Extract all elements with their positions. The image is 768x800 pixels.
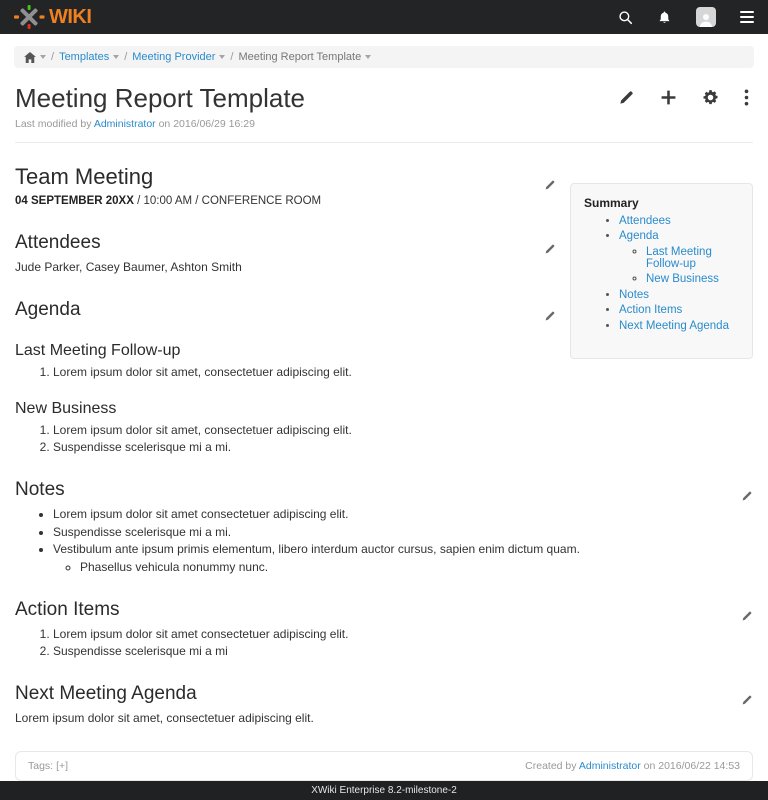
summary-link-notes[interactable]: Notes: [619, 289, 744, 301]
xwiki-logo[interactable]: WIKI: [14, 5, 91, 29]
logo-text: WIKI: [49, 7, 91, 27]
chevron-down-icon[interactable]: [365, 55, 371, 59]
list-item: Suspendisse scelerisque mi a mi: [53, 644, 753, 658]
section-edit-pencil-icon[interactable]: [544, 306, 556, 328]
tags-area: Tags:[+]: [28, 760, 68, 772]
page-actions: [618, 89, 753, 106]
list-item: Lorem ipsum dolor sit amet, consectetuer…: [53, 365, 753, 379]
top-navbar: WIKI: [0, 0, 768, 34]
list-item: Vestibulum ante ipsum primis elementum, …: [53, 542, 753, 574]
section-edit-pencil-icon[interactable]: [544, 239, 556, 261]
summary-link-next-meeting-agenda[interactable]: Next Meeting Agenda: [619, 320, 744, 332]
more-kebab-icon[interactable]: [744, 89, 749, 106]
last-meeting-list: Lorem ipsum dolor sit amet, consectetuer…: [15, 365, 753, 379]
summary-title: Summary: [584, 196, 744, 210]
list-item: Lorem ipsum dolor sit amet consectetuer …: [53, 507, 753, 521]
version-footer: XWiki Enterprise 8.2-milestone-2: [0, 781, 768, 800]
add-tag-button[interactable]: [+]: [56, 760, 68, 772]
create-plus-icon[interactable]: [660, 89, 677, 106]
heading-new-business: New Business: [15, 400, 753, 418]
document-body: Summary Attendees Agenda Last Meeting Fo…: [15, 164, 753, 782]
summary-link-attendees[interactable]: Attendees: [619, 215, 744, 227]
next-meeting-text: Lorem ipsum dolor sit amet, consectetuer…: [15, 711, 753, 725]
page-title: Meeting Report Template: [15, 84, 305, 113]
breadcrumb-item-templates[interactable]: Templates: [59, 51, 119, 63]
summary-link-action-items[interactable]: Action Items: [619, 304, 744, 316]
list-item: Suspendisse scelerisque mi a mi.: [53, 525, 753, 539]
chevron-down-icon[interactable]: [40, 55, 46, 59]
chevron-down-icon[interactable]: [219, 55, 225, 59]
chevron-down-icon[interactable]: [113, 55, 119, 59]
notifications-bell-icon[interactable]: [657, 10, 672, 25]
list-item: Suspendisse scelerisque mi a mi.: [53, 440, 753, 454]
avatar-image: [696, 7, 716, 27]
action-items-list: Lorem ipsum dolor sit amet consectetuer …: [15, 627, 753, 659]
home-icon: [24, 52, 36, 63]
summary-link-new-business[interactable]: New Business: [646, 273, 744, 285]
summary-panel: Summary Attendees Agenda Last Meeting Fo…: [570, 183, 753, 359]
main-content: Meeting Report Template Last modified by…: [0, 68, 768, 781]
section-edit-pencil-icon[interactable]: [544, 171, 556, 197]
menu-hamburger-icon[interactable]: [740, 11, 754, 23]
breadcrumb-item-current[interactable]: Meeting Report Template: [238, 51, 371, 63]
user-avatar[interactable]: [696, 7, 716, 27]
summary-link-last-meeting-follow-up[interactable]: Last Meeting Follow-up: [646, 246, 744, 270]
edit-pencil-icon[interactable]: [618, 89, 635, 106]
list-item: Lorem ipsum dolor sit amet, consectetuer…: [53, 423, 753, 437]
search-icon[interactable]: [618, 10, 633, 25]
heading-notes: Notes: [15, 479, 753, 501]
breadcrumb-item-meeting-provider[interactable]: Meeting Provider: [132, 51, 225, 63]
summary-link-agenda[interactable]: Agenda Last Meeting Follow-up New Busine…: [619, 230, 744, 285]
header-divider: [15, 142, 753, 143]
doc-footer: Tags:[+] Created by Administrator on 201…: [15, 751, 753, 781]
heading-next-meeting-agenda: Next Meeting Agenda: [15, 683, 753, 705]
breadcrumb: / Templates / Meeting Provider / Meeting…: [14, 46, 754, 68]
modified-by-user-link[interactable]: Administrator: [94, 118, 156, 130]
xwiki-logo-mark-icon: [14, 5, 48, 29]
list-item: Phasellus vehicula nonummy nunc.: [80, 560, 753, 574]
breadcrumb-home[interactable]: [24, 52, 46, 63]
section-edit-pencil-icon[interactable]: [741, 690, 753, 712]
section-edit-pencil-icon[interactable]: [741, 606, 753, 628]
notes-list: Lorem ipsum dolor sit amet consectetuer …: [15, 507, 753, 574]
heading-action-items: Action Items: [15, 599, 753, 621]
doc-modified-info: Last modified by Administrator on 2016/0…: [15, 118, 753, 130]
doc-created-info: Created by Administrator on 2016/06/22 1…: [525, 760, 740, 772]
version-text: XWiki Enterprise 8.2-milestone-2: [311, 785, 457, 796]
created-by-user-link[interactable]: Administrator: [579, 760, 641, 772]
list-item: Lorem ipsum dolor sit amet consectetuer …: [53, 627, 753, 641]
section-edit-pencil-icon[interactable]: [741, 486, 753, 508]
settings-gear-icon[interactable]: [702, 89, 719, 106]
new-business-list: Lorem ipsum dolor sit amet, consectetuer…: [15, 423, 753, 455]
